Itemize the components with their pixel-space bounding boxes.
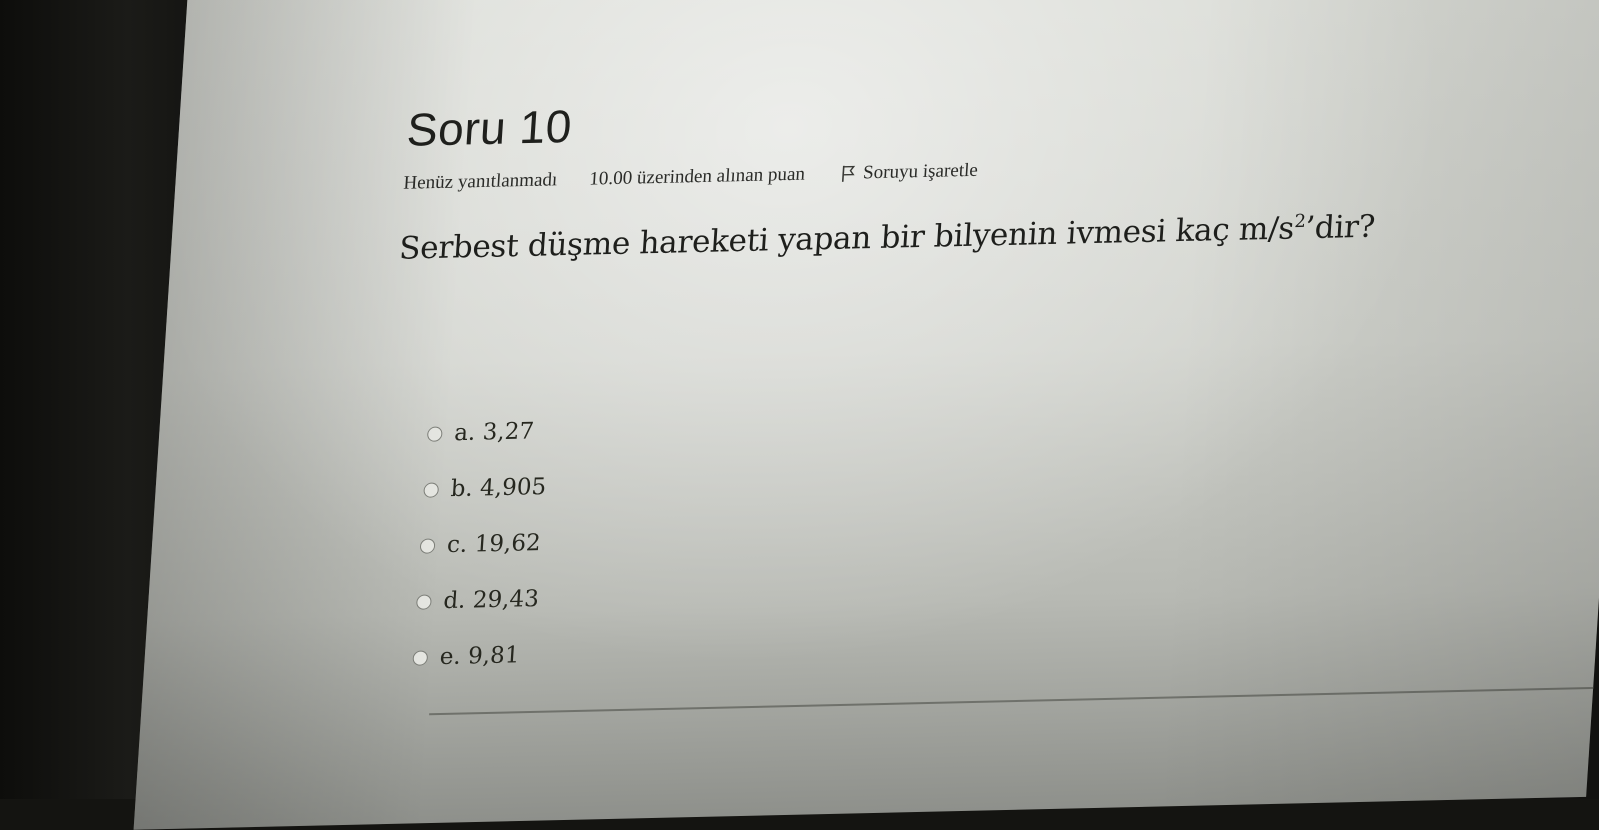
radio-button[interactable] <box>423 481 440 498</box>
question-block: Soru 10 Henüz yanıtlanmadı 10.00 üzerind… <box>371 81 1384 687</box>
answer-label: a. 3,27 <box>453 418 535 447</box>
question-text-main: Serbest düşme hareketi yapan bir bilyeni… <box>398 210 1296 267</box>
flag-question-link[interactable]: Soruyu işaretle <box>840 159 979 185</box>
question-info: Henüz yanıtlanmadı 10.00 üzerinden alına… <box>403 151 1380 195</box>
flag-icon <box>841 165 855 182</box>
answer-list: a. 3,27 b. 4,905 c. 19,62 d. 29,43 e. 9,… <box>411 385 1365 686</box>
question-title: Soru 10 <box>405 100 574 156</box>
section-divider <box>429 683 1599 716</box>
question-text-tail: ’dir? <box>1304 208 1377 247</box>
radio-button[interactable] <box>412 649 429 666</box>
answer-label: c. 19,62 <box>446 530 542 559</box>
screen: Soru 10 Henüz yanıtlanmadı 10.00 üzerind… <box>133 0 1599 830</box>
answer-label: e. 9,81 <box>439 642 521 671</box>
question-status: Henüz yanıtlanmadı <box>402 169 559 194</box>
radio-button[interactable] <box>426 425 443 442</box>
question-grade: 10.00 üzerinden alınan puan <box>588 163 806 190</box>
flag-question-label: Soruyu işaretle <box>862 159 979 184</box>
radio-button[interactable] <box>415 593 432 610</box>
radio-button[interactable] <box>419 537 436 554</box>
question-text: Serbest düşme hareketi yapan bir bilyeni… <box>398 209 1376 267</box>
answer-label: d. 29,43 <box>442 585 540 615</box>
answer-label: b. 4,905 <box>449 474 547 503</box>
